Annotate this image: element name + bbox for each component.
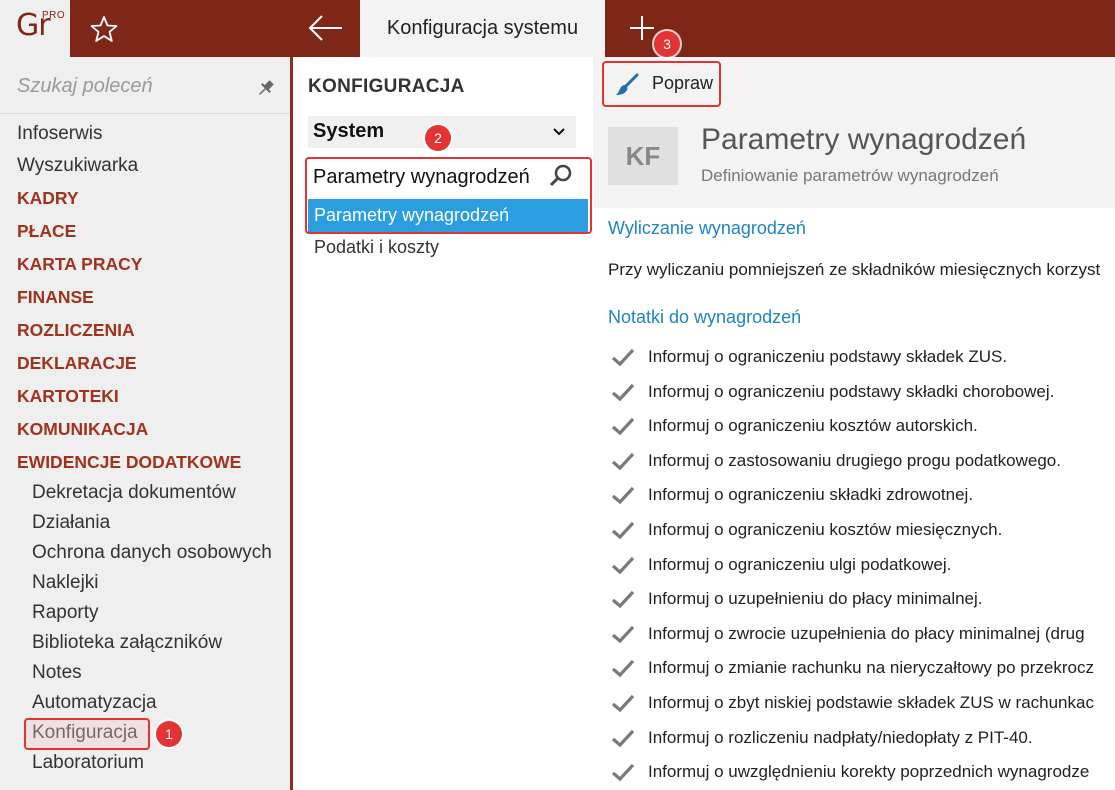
new-tab-plus-icon[interactable]	[626, 12, 658, 44]
nav-sub-dekretacja[interactable]: Dekretacja dokumentów	[32, 482, 236, 504]
notification-option-label: Informuj o zwrocie uzupełnienia do płacy…	[648, 623, 1085, 643]
notification-option-label: Informuj o ograniczeniu kosztów miesięcz…	[648, 520, 1003, 539]
nav-section-kadry[interactable]: KADRY	[17, 188, 79, 209]
top-bar: Gr PRO Konfiguracja systemu	[0, 0, 1115, 57]
module-badge: KF	[608, 127, 678, 185]
details-header: KF Parametry wynagrodzeń Definiowanie pa…	[593, 113, 1115, 208]
annotation-badge-1: 1	[156, 721, 182, 747]
search-divider	[0, 113, 290, 114]
nav-sub-notes[interactable]: Notes	[32, 662, 82, 684]
pin-icon[interactable]	[256, 78, 276, 98]
nav-section-finanse[interactable]: FINANSE	[17, 287, 94, 308]
notification-option-label: Informuj o rozliczeniu nadpłaty/niedopła…	[648, 727, 1033, 747]
notification-option-row[interactable]: Informuj o zastosowaniu drugiego progu p…	[611, 448, 1115, 478]
notification-option-label: Informuj o ograniczeniu podstawy składki…	[648, 381, 1055, 401]
command-search-input[interactable]	[17, 71, 247, 101]
nav-section-karta-pracy[interactable]: KARTA PRACY	[17, 254, 142, 275]
app-logo[interactable]: Gr PRO	[0, 0, 70, 57]
nav-section-ewidencje-dodatkowe[interactable]: EWIDENCJE DODATKOWE	[17, 452, 241, 473]
checkmark-icon[interactable]	[611, 692, 635, 714]
checkmark-icon[interactable]	[611, 415, 635, 437]
annotation-badge-3: 3	[654, 31, 680, 57]
notification-option-row[interactable]: Informuj o uzupełnieniu do płacy minimal…	[611, 586, 1115, 616]
checkmark-icon[interactable]	[611, 450, 635, 472]
checkmark-icon[interactable]	[611, 727, 635, 749]
tab-konfiguracja-systemu[interactable]: Konfiguracja systemu	[360, 0, 605, 57]
command-sidebar: Infoserwis Wyszukiwarka KADRY PŁACE KART…	[0, 57, 290, 790]
notification-option-label: Informuj o zastosowaniu drugiego progu p…	[648, 450, 1061, 470]
nav-sub-automatyzacja[interactable]: Automatyzacja	[32, 692, 157, 714]
notification-option-label: Informuj o ograniczeniu ulgi podatkowej.	[648, 554, 952, 574]
favorite-star-icon[interactable]	[89, 14, 119, 44]
notification-option-row[interactable]: Informuj o ograniczeniu składki zdrowotn…	[611, 482, 1115, 512]
section-notatki-do-wynagrodzen[interactable]: Notatki do wynagrodzeń	[608, 307, 801, 328]
notification-option-label: Informuj o uzupełnieniu do płacy minimal…	[648, 589, 983, 609]
nav-sub-naklejki[interactable]: Naklejki	[32, 572, 99, 594]
notification-option-label: Informuj o zbyt niskiej podstawie składe…	[648, 693, 1094, 712]
nav-section-deklaracje[interactable]: DEKLARACJE	[17, 353, 137, 374]
notification-option-row[interactable]: Informuj o rozliczeniu nadpłaty/niedopła…	[611, 725, 1115, 755]
notification-option-row[interactable]: Informuj o ograniczeniu podstawy składki…	[611, 379, 1115, 409]
configuration-title: KONFIGURACJA	[308, 76, 465, 97]
app-window: Gr PRO Konfiguracja systemu Infoserwis W…	[0, 0, 1115, 790]
nav-sub-ochrona-danych[interactable]: Ochrona danych osobowych	[32, 542, 272, 564]
nav-sub-biblioteka[interactable]: Biblioteka załączników	[32, 632, 222, 654]
notification-option-label: Informuj o uwzględnieniu korekty poprzed…	[648, 762, 1090, 782]
nav-sub-raporty[interactable]: Raporty	[32, 602, 99, 624]
notification-option-row[interactable]: Informuj o ograniczeniu ulgi podatkowej.	[611, 552, 1115, 582]
section-paragraph: Przy wyliczaniu pomniejszeń ze składnikó…	[608, 260, 1101, 279]
notification-option-row[interactable]: Informuj o ograniczeniu podstawy składek…	[611, 344, 1115, 374]
checkmark-icon[interactable]	[611, 346, 635, 368]
checkmark-icon[interactable]	[611, 519, 635, 541]
logo-pro-badge: PRO	[42, 10, 66, 21]
annotation-badge-2: 2	[425, 125, 451, 151]
nav-item-wyszukiwarka[interactable]: Wyszukiwarka	[17, 155, 138, 177]
nav-sub-laboratorium[interactable]: Laboratorium	[32, 752, 144, 774]
config-result-item[interactable]: Podatki i koszty	[314, 237, 439, 258]
command-search	[0, 57, 290, 115]
details-title: Parametry wynagrodzeń	[701, 123, 1027, 156]
checkmark-icon[interactable]	[611, 761, 635, 783]
checkmark-icon[interactable]	[611, 657, 635, 679]
notification-option-row[interactable]: Informuj o ograniczeniu kosztów autorski…	[611, 413, 1115, 443]
notification-option-label: Informuj o ograniczeniu kosztów autorski…	[648, 416, 978, 436]
nav-section-komunikacja[interactable]: KOMUNIKACJA	[17, 419, 148, 440]
notification-option-row[interactable]: Informuj o zbyt niskiej podstawie składe…	[611, 690, 1115, 720]
nav-section-kartoteki[interactable]: KARTOTEKI	[17, 386, 119, 407]
annotation-box-1	[24, 718, 150, 750]
nav-item-infoserwis[interactable]: Infoserwis	[17, 123, 103, 145]
notification-option-row[interactable]: Informuj o ograniczeniu kosztów miesięcz…	[611, 517, 1115, 547]
section-wyliczanie-wynagrodzen[interactable]: Wyliczanie wynagrodzeń	[608, 218, 806, 239]
nav-section-place[interactable]: PŁACE	[17, 221, 76, 242]
checkmark-icon[interactable]	[611, 554, 635, 576]
notification-option-label: Informuj o zmianie rachunku na nieryczał…	[648, 658, 1094, 678]
annotation-box-2	[305, 157, 592, 234]
checkmark-icon[interactable]	[611, 623, 635, 645]
nav-sub-dzialania[interactable]: Działania	[32, 512, 110, 534]
checkmark-icon[interactable]	[611, 588, 635, 610]
back-arrow-icon[interactable]	[304, 13, 348, 43]
notification-option-row[interactable]: Informuj o zwrocie uzupełnienia do płacy…	[611, 621, 1115, 651]
checkmark-icon[interactable]	[611, 381, 635, 403]
notification-option-row[interactable]: Informuj o zmianie rachunku na nieryczał…	[611, 655, 1115, 685]
notification-option-label: Informuj o ograniczeniu składki zdrowotn…	[648, 485, 974, 505]
checkmark-icon[interactable]	[611, 484, 635, 506]
notification-option-label: Informuj o ograniczeniu podstawy składek…	[648, 347, 1008, 366]
chevron-down-icon	[553, 128, 565, 136]
details-subtitle: Definiowanie parametrów wynagrodzeń	[701, 166, 999, 185]
nav-section-rozliczenia[interactable]: ROZLICZENIA	[17, 320, 135, 341]
annotation-box-3	[602, 61, 721, 107]
details-panel: Popraw KF Parametry wynagrodzeń Definiow…	[593, 57, 1115, 790]
config-group-value: System	[313, 120, 385, 142]
notification-option-row[interactable]: Informuj o uwzględnieniu korekty poprzed…	[611, 759, 1115, 789]
